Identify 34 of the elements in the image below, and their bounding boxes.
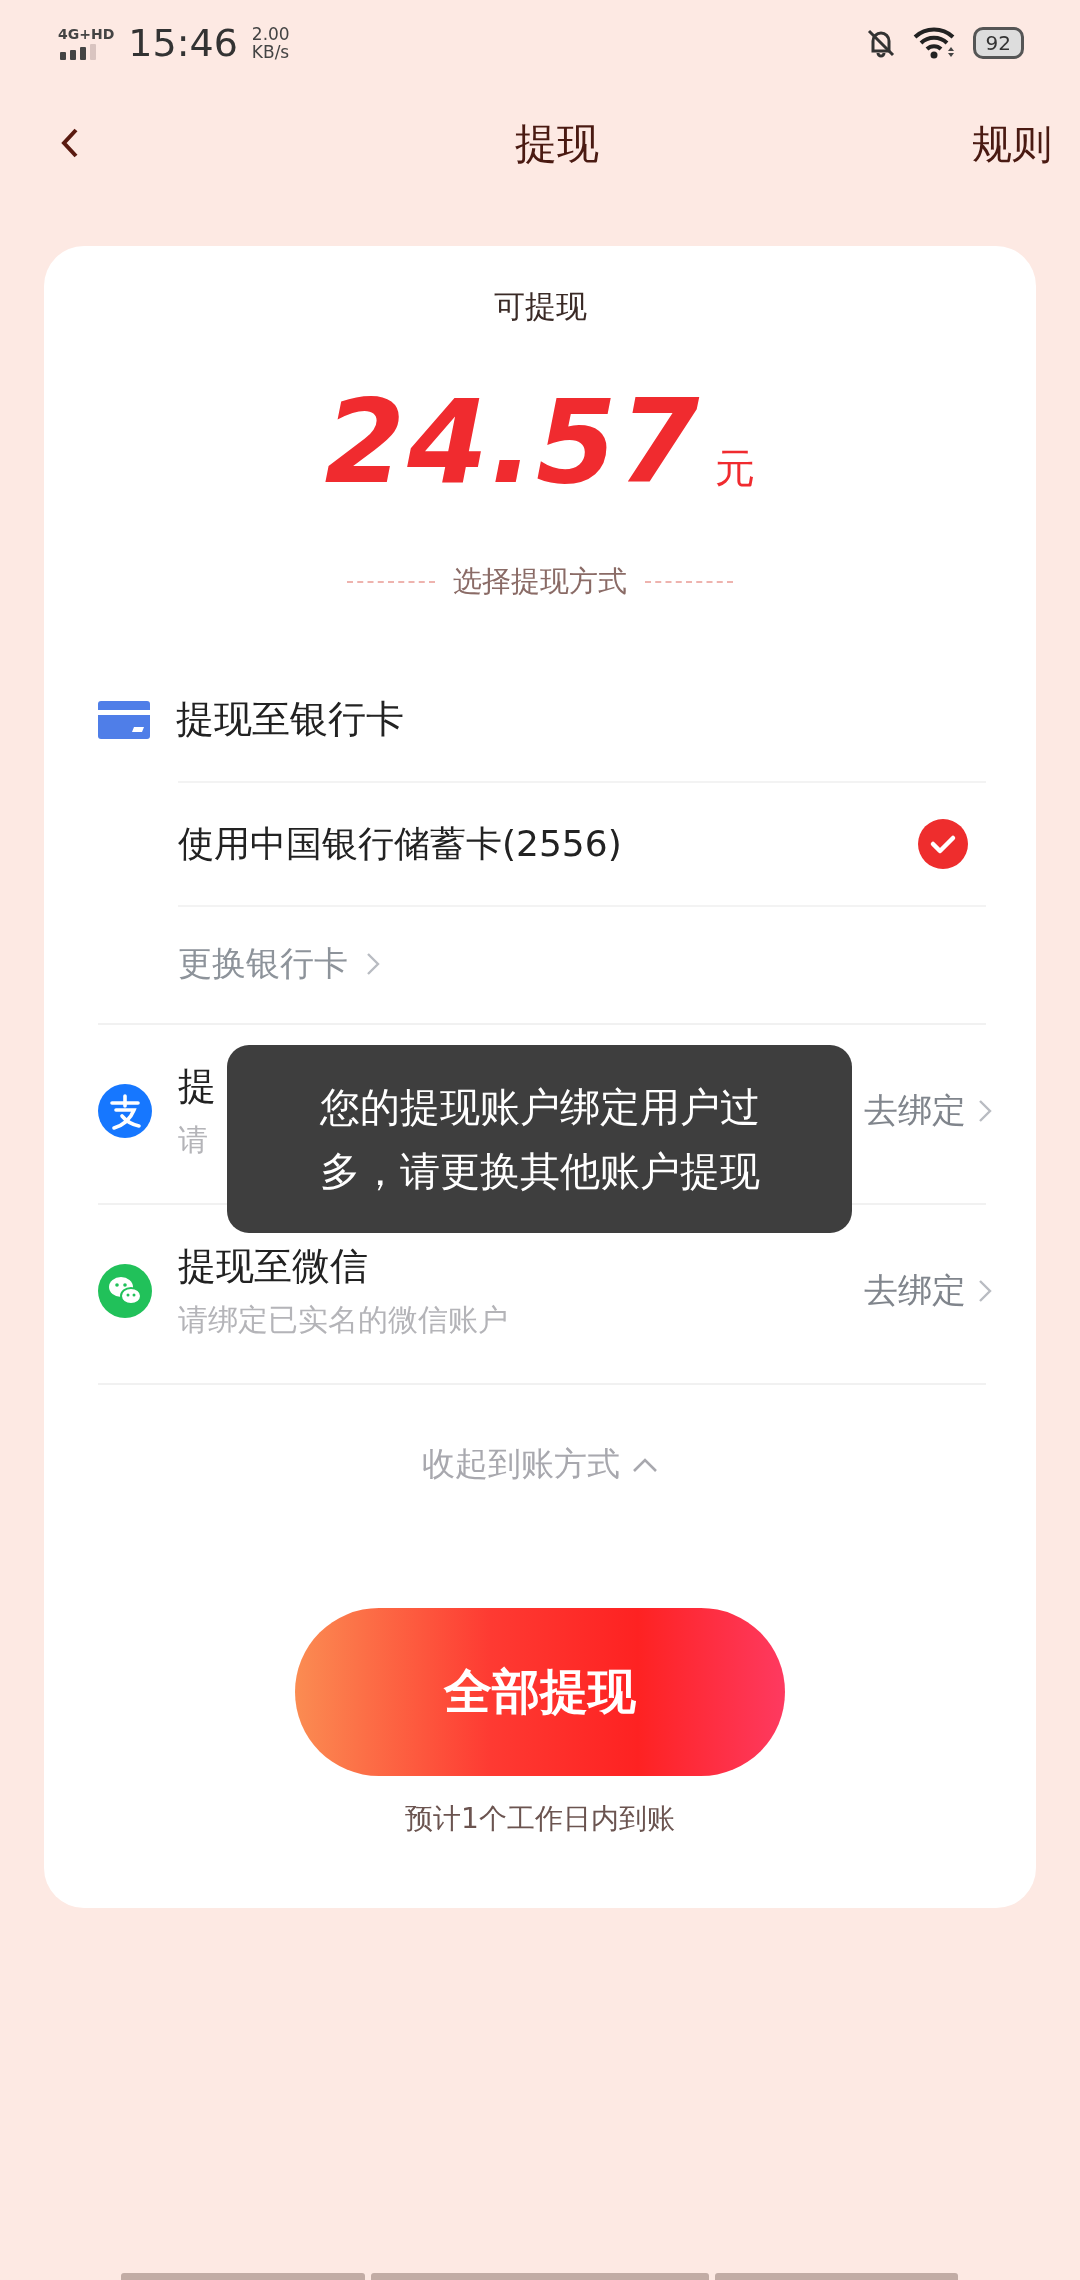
caret-up-icon [632, 1456, 658, 1473]
rules-link[interactable]: 规则 [972, 116, 1052, 172]
method-hint: 请 [178, 1121, 208, 1159]
bind-link[interactable]: 去绑定 [864, 1088, 992, 1134]
chevron-icon [978, 1279, 992, 1303]
check-icon [918, 819, 968, 869]
bank-card-icon [98, 700, 150, 739]
bank-card-option[interactable]: 使用中国银行储蓄卡(2556) [178, 781, 986, 907]
balance-amount: 24.57 [324, 384, 702, 500]
collapse-link[interactable]: 收起到账方式 [416, 1441, 664, 1488]
wechat-icon [98, 1264, 152, 1318]
change-card-link[interactable]: 更换银行卡 [178, 907, 380, 1017]
method-title: 提 [178, 1063, 216, 1110]
wifi-icon [912, 27, 957, 59]
speed-unit: KB/s [251, 43, 290, 61]
section-heading: 选择提现方式 [453, 563, 627, 600]
network-type: 4G+HD [58, 26, 115, 42]
error-toast: 您的提现账户绑定用户过多，请更换其他账户提现 [227, 1045, 852, 1233]
arrival-note: 预计1个工作日内到账 [404, 1801, 676, 1837]
clock: 15:46 [128, 21, 238, 65]
method-title: 提现至微信 [178, 1243, 368, 1290]
page-title: 提现 [515, 118, 599, 170]
balance-label: 可提现 [492, 287, 588, 326]
method-title: 提现至银行卡 [176, 696, 404, 743]
network-speed: 2.00 [251, 25, 290, 43]
bind-link[interactable]: 去绑定 [864, 1268, 992, 1314]
method-hint: 请绑定已实名的微信账户 [178, 1301, 508, 1339]
signal-icon [58, 44, 98, 60]
chevron-icon [978, 1099, 992, 1123]
battery-icon: 92 [972, 27, 1024, 59]
chevron-icon [366, 952, 380, 976]
withdraw-all-button[interactable]: 全部提现 [295, 1608, 785, 1776]
alipay-icon [98, 1084, 152, 1138]
currency-unit: 元 [715, 448, 756, 488]
